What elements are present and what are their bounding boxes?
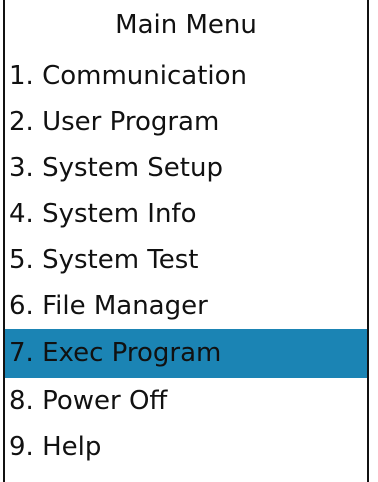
menu-title: Main Menu — [115, 10, 257, 40]
menu-item-power-off[interactable]: 8. Power Off — [5, 378, 367, 424]
menu-item-system-info[interactable]: 4. System Info — [5, 191, 367, 237]
menu-item-help[interactable]: 9. Help — [5, 424, 367, 470]
menu-item-file-manager[interactable]: 6. File Manager — [5, 283, 367, 329]
menu-list: 1. Communication 2. User Program 3. Syst… — [5, 53, 367, 470]
menu-item-exec-program[interactable]: 7. Exec Program — [5, 329, 367, 378]
menu-item-system-test[interactable]: 5. System Test — [5, 237, 367, 283]
menu-item-communication[interactable]: 1. Communication — [5, 53, 367, 99]
main-menu-screen: Main Menu 1. Communication 2. User Progr… — [3, 0, 369, 482]
menu-item-system-setup[interactable]: 3. System Setup — [5, 145, 367, 191]
menu-item-user-program[interactable]: 2. User Program — [5, 99, 367, 145]
